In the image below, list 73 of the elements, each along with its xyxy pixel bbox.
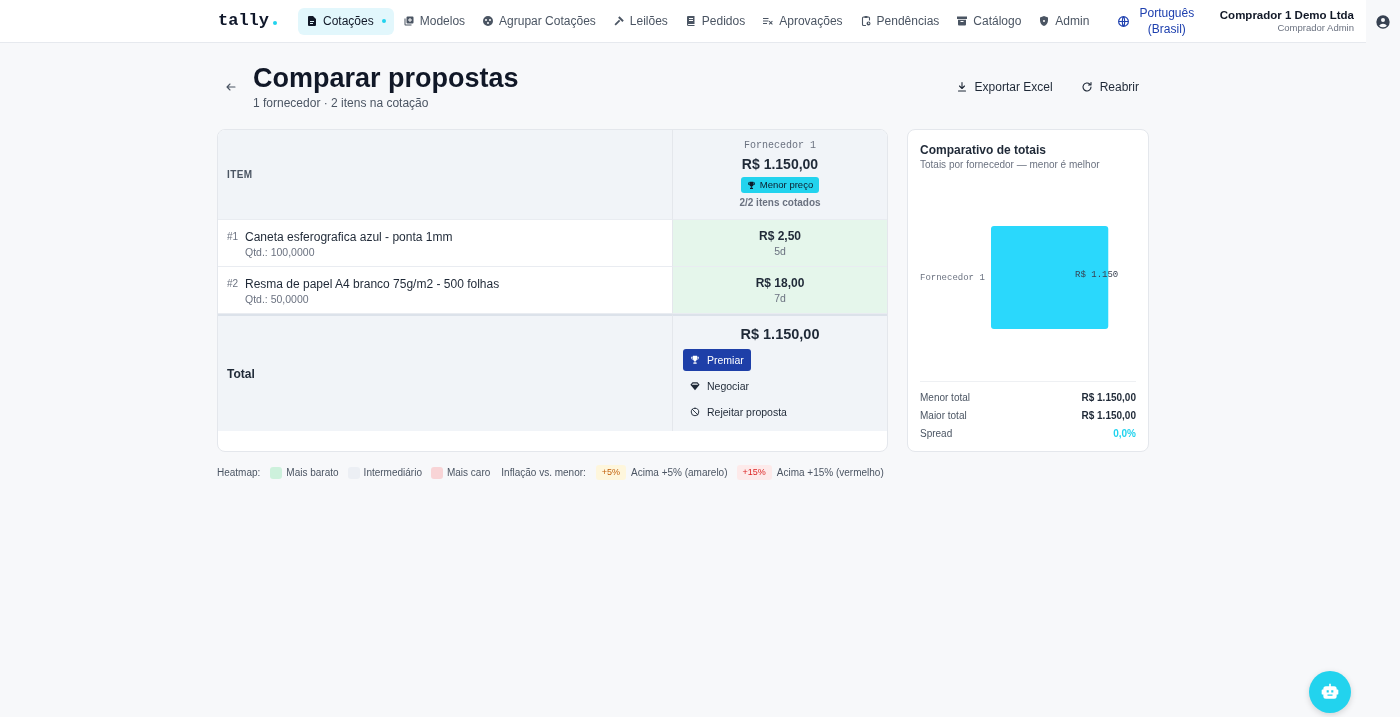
item-price: R$ 18,00 bbox=[755, 275, 805, 291]
legend-title: Inflação vs. menor: bbox=[501, 465, 586, 480]
lead-time: 7d bbox=[774, 291, 786, 305]
stat-value: 0,0% bbox=[1113, 427, 1136, 439]
stat-value: R$ 1.150,00 bbox=[1081, 391, 1136, 403]
item-quantity: Qtd.: 50,0000 bbox=[245, 292, 310, 306]
lead-time: 5d bbox=[774, 244, 786, 258]
chart-subtitle: Totais por fornecedor — menor é melhor bbox=[920, 158, 1101, 172]
category-label: Fornecedor 1 bbox=[920, 273, 985, 283]
page-subtitle: 1 fornecedor · 2 itens na cotação bbox=[253, 95, 430, 112]
robot-icon bbox=[1320, 682, 1340, 702]
logo-dot-icon bbox=[273, 21, 277, 25]
nav-tab[interactable]: Aprovações bbox=[754, 7, 851, 35]
reopen-button[interactable]: Reabrir bbox=[1070, 73, 1149, 100]
total-amount: R$ 1.150,00 bbox=[740, 325, 820, 344]
supplier-name: Fornecedor 1 bbox=[744, 140, 816, 152]
nav-tab[interactable]: Agrupar Cotações bbox=[474, 7, 604, 35]
legend-label: Acima +15% (vermelho) bbox=[776, 465, 884, 480]
ban-icon bbox=[690, 407, 700, 417]
archive-box-icon bbox=[956, 15, 969, 27]
notebook-icon bbox=[684, 15, 697, 27]
user-name: Comprador 1 Demo Ltda bbox=[1219, 8, 1354, 22]
gem-icon bbox=[690, 381, 700, 391]
stat-label: Spread bbox=[920, 427, 953, 439]
lowest-price-label: Menor preço bbox=[759, 179, 814, 191]
total-label: Total bbox=[218, 314, 672, 431]
award-button[interactable]: Premiar bbox=[683, 349, 751, 371]
negotiate-button[interactable]: Negociar bbox=[683, 375, 757, 397]
circle-dots-icon bbox=[482, 15, 495, 27]
column-header: ITEM bbox=[218, 130, 672, 220]
chart-title: Comparativo de totais bbox=[920, 142, 1048, 158]
supplier-total: R$ 1.150,00 bbox=[741, 156, 819, 173]
reject-button[interactable]: Rejeitar proposta bbox=[683, 401, 794, 423]
item-name: Caneta esferografica azul - ponta 1mm bbox=[245, 229, 453, 245]
legend-label: Acima +5% (amarelo) bbox=[631, 465, 728, 480]
gavel-icon bbox=[612, 15, 625, 27]
language-selector[interactable]: Português (Brasil) bbox=[1116, 5, 1198, 37]
legend-label: Intermediário bbox=[363, 465, 422, 480]
stat-value: R$ 1.150,00 bbox=[1081, 409, 1136, 421]
legend-title: Heatmap: bbox=[217, 465, 261, 480]
user-role: Comprador Admin bbox=[1277, 22, 1354, 34]
inflation-badge: +15% bbox=[736, 465, 772, 480]
shield-icon bbox=[1038, 15, 1051, 27]
clipboard-clock-icon bbox=[859, 15, 872, 27]
legend-label: Mais caro bbox=[446, 465, 491, 480]
nav-tab[interactable]: Leilões bbox=[604, 7, 676, 35]
nav-tab[interactable]: Cotações bbox=[298, 7, 394, 35]
item-number: #2 bbox=[227, 277, 240, 291]
item-name: Resma de papel A4 branco 75g/m2 - 500 folhas bbox=[245, 276, 500, 292]
export-button[interactable]: Exportar Excel bbox=[945, 73, 1063, 100]
item-price: R$ 2,50 bbox=[759, 228, 801, 244]
logo-wordmark[interactable]: tally bbox=[218, 11, 269, 31]
items-quoted-count: 2/2 itens cotados bbox=[739, 197, 821, 209]
list-x-icon bbox=[762, 15, 775, 27]
stat-label: Menor total bbox=[920, 391, 971, 403]
inflation-badge: +5% bbox=[595, 465, 627, 480]
trophy-icon bbox=[746, 180, 756, 190]
nav-tab[interactable]: Modelos bbox=[394, 7, 474, 35]
page-title: Comparar propostas bbox=[253, 62, 519, 95]
file-icon bbox=[306, 15, 318, 27]
item-number: #1 bbox=[227, 230, 240, 244]
nav-tab[interactable]: Pendências bbox=[851, 7, 948, 35]
legend-label: Mais barato bbox=[286, 465, 339, 480]
stat-label: Maior total bbox=[920, 409, 967, 421]
trophy-icon bbox=[690, 355, 700, 365]
nav-tab[interactable]: Admin bbox=[1030, 7, 1098, 35]
nav-tab[interactable]: Pedidos bbox=[676, 7, 754, 35]
refresh-icon bbox=[1080, 80, 1093, 93]
nav-tab[interactable]: Catálogo bbox=[948, 7, 1030, 35]
copy-plus-icon bbox=[402, 15, 415, 27]
item-quantity: Qtd.: 100,0000 bbox=[245, 245, 316, 259]
globe-icon bbox=[1116, 14, 1130, 28]
download-icon bbox=[955, 80, 968, 93]
